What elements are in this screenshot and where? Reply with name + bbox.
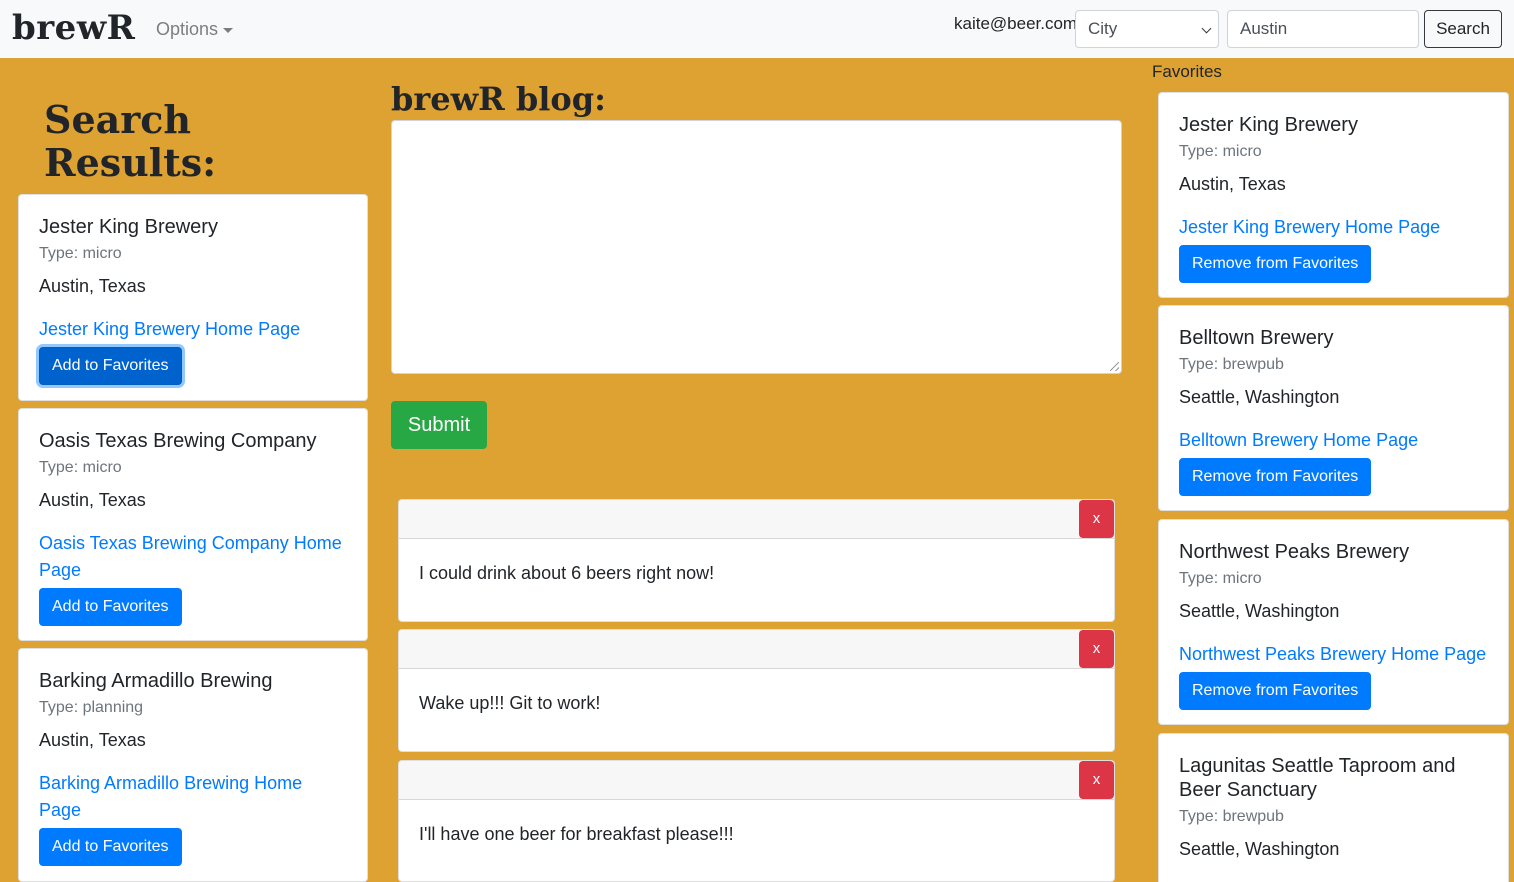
add-to-favorites-button[interactable]: Add to Favorites	[39, 828, 182, 866]
chevron-down-icon	[1201, 23, 1212, 34]
remove-from-favorites-button[interactable]: Remove from Favorites	[1179, 458, 1372, 496]
post-text: Wake up!!! Git to work!	[419, 693, 601, 713]
brewery-location: Seattle, Washington	[1179, 387, 1340, 407]
brewery-home-link[interactable]: Oasis Texas Brewing Company Home Page	[39, 530, 347, 584]
post-header: x	[399, 500, 1114, 539]
brewery-name: Oasis Texas Brewing Company	[39, 430, 317, 452]
brewery-home-link[interactable]: Jester King Brewery Home Page	[1179, 214, 1488, 241]
brewery-location: Seattle, Washington	[1179, 601, 1340, 621]
heading-line: Results:	[44, 140, 217, 185]
result-card: Barking Armadillo Brewing Type: planning…	[18, 648, 368, 882]
blog-textarea[interactable]	[391, 120, 1122, 374]
brewery-home-link[interactable]: Belltown Brewery Home Page	[1179, 427, 1488, 454]
search-button[interactable]: Search	[1424, 10, 1502, 48]
brewery-location: Austin, Texas	[39, 730, 146, 750]
post-text: I could drink about 6 beers right now!	[419, 563, 715, 583]
post-header: x	[399, 761, 1114, 800]
user-email: kaite@beer.com	[954, 14, 1078, 33]
add-to-favorites-button[interactable]: Add to Favorites	[39, 347, 182, 385]
remove-from-favorites-button[interactable]: Remove from Favorites	[1179, 672, 1372, 710]
delete-post-button[interactable]: x	[1079, 630, 1114, 668]
caret-down-icon	[223, 27, 234, 33]
search-input[interactable]	[1227, 10, 1419, 48]
options-label: Options	[156, 19, 219, 39]
brewery-location: Austin, Texas	[1179, 174, 1286, 194]
brewery-type: Type: brewpub	[1179, 808, 1284, 825]
post-header: x	[399, 630, 1114, 669]
delete-post-button[interactable]: x	[1079, 761, 1114, 799]
blog-post: x I could drink about 6 beers right now!	[398, 499, 1115, 622]
brewery-type: Type: micro	[39, 459, 122, 476]
options-dropdown[interactable]: Options	[156, 18, 234, 40]
favorite-card: Northwest Peaks Brewery Type: micro Seat…	[1158, 519, 1509, 725]
post-text: I'll have one beer for breakfast please!…	[419, 824, 734, 844]
brewery-name: Barking Armadillo Brewing	[39, 670, 273, 692]
brewery-location: Austin, Texas	[39, 276, 146, 296]
favorite-card: Belltown Brewery Type: brewpub Seattle, …	[1158, 305, 1509, 511]
search-results-heading: Search Results:	[44, 98, 216, 184]
favorites-heading: Favorites	[1152, 62, 1222, 81]
brewery-home-link[interactable]: Jester King Brewery Home Page	[39, 316, 347, 343]
favorite-card: Jester King Brewery Type: micro Austin, …	[1158, 92, 1509, 298]
brewery-type: Type: micro	[1179, 143, 1262, 160]
result-card: Oasis Texas Brewing Company Type: micro …	[18, 408, 368, 641]
search-type-select[interactable]: City	[1075, 10, 1219, 48]
brewery-home-link[interactable]: Barking Armadillo Brewing Home Page	[39, 770, 347, 824]
delete-post-button[interactable]: x	[1079, 500, 1114, 538]
favorite-card: Lagunitas Seattle Taproom and Beer Sanct…	[1158, 733, 1509, 882]
result-card: Jester King Brewery Type: micro Austin, …	[18, 194, 368, 401]
brewery-name: Jester King Brewery	[1179, 114, 1358, 136]
search-type-value: City	[1088, 19, 1118, 38]
brewery-location: Seattle, Washington	[1179, 839, 1340, 859]
add-to-favorites-button[interactable]: Add to Favorites	[39, 588, 182, 626]
remove-from-favorites-button[interactable]: Remove from Favorites	[1179, 245, 1372, 283]
brewery-name: Northwest Peaks Brewery	[1179, 541, 1410, 563]
brewery-type: Type: micro	[1179, 570, 1262, 587]
brewery-location: Austin, Texas	[39, 490, 146, 510]
blog-post: x Wake up!!! Git to work!	[398, 629, 1115, 752]
brewery-home-link[interactable]: Northwest Peaks Brewery Home Page	[1179, 641, 1488, 668]
blog-post: x I'll have one beer for breakfast pleas…	[398, 760, 1115, 882]
brewery-name: Lagunitas Seattle Taproom and Beer Sanct…	[1179, 755, 1456, 801]
brewery-type: Type: micro	[39, 245, 122, 262]
brewery-type: Type: planning	[39, 699, 144, 716]
resize-grip-icon[interactable]	[1110, 362, 1119, 371]
brand-logo[interactable]: brewR	[12, 8, 135, 48]
brewery-name: Belltown Brewery	[1179, 327, 1334, 349]
brewery-type: Type: brewpub	[1179, 356, 1284, 373]
heading-line: Search	[44, 97, 192, 142]
blog-heading: brewR blog:	[391, 80, 606, 118]
brewery-name: Jester King Brewery	[39, 216, 218, 238]
navbar: brewR Options kaite@beer.com City Search	[0, 0, 1514, 58]
submit-button[interactable]: Submit	[391, 401, 487, 449]
